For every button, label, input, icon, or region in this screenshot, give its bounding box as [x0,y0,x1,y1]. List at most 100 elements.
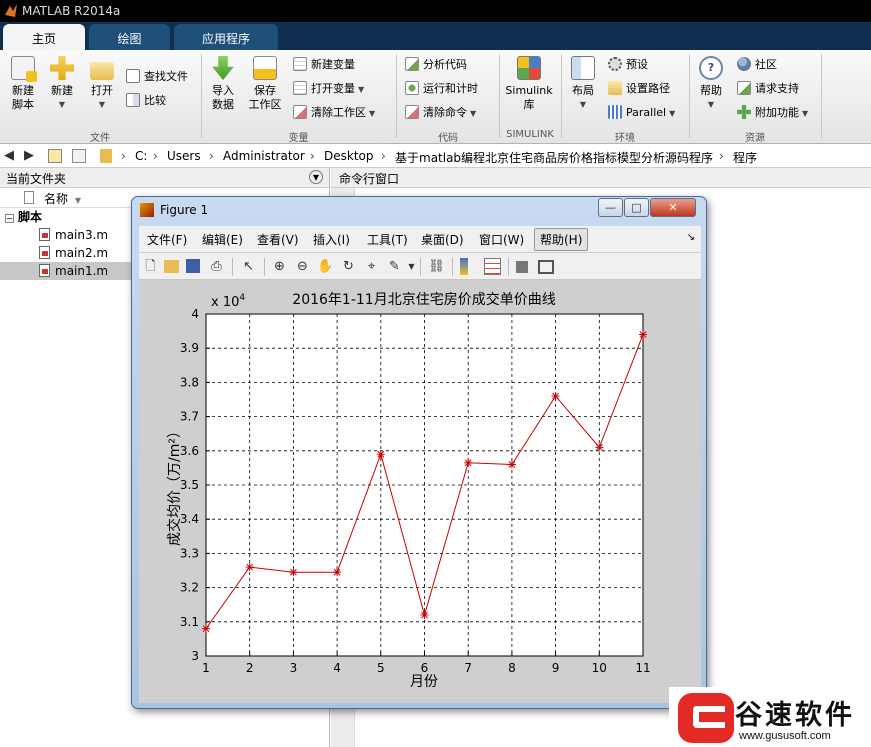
open-button[interactable]: 打开 ▼ [86,56,118,112]
breadcrumb-drive[interactable]: C: [135,149,147,163]
menu-edit[interactable]: 编辑(E) [202,231,243,248]
y-tick-label: 3.9 [180,341,199,355]
addons-button[interactable]: 附加功能 ▼ [737,104,808,122]
clear-commands-icon [405,105,419,119]
forward-arrow-icon[interactable]: ▶ [24,148,34,163]
colorbar-icon[interactable] [460,258,468,275]
breadcrumb-users[interactable]: Users [167,149,201,163]
menu-help[interactable]: 帮助(H) [534,228,589,251]
tab-home[interactable]: 主页 [3,24,85,50]
new-button[interactable]: 新建 ▼ [46,56,78,112]
data-point [245,563,254,572]
chart-title: 2016年1-11月北京住宅房价成交单价曲线 [292,291,555,308]
data-point [202,624,210,633]
new-figure-icon[interactable]: 🗋 [142,258,159,275]
print-icon[interactable]: ⎙ [208,258,225,275]
tab-apps[interactable]: 应用程序 [174,24,278,50]
file-item-label: main2.m [55,246,109,260]
open-variable-button[interactable]: 打开变量 ▼ [293,80,364,98]
new-variable-button[interactable]: 新建变量 [293,56,355,74]
clear-commands-button[interactable]: 清除命令 ▼ [405,104,476,122]
import-data-label: 导入 数据 [212,84,234,111]
file-group-label: 文件 [90,133,110,144]
hide-plot-tools-icon[interactable] [516,261,528,273]
breadcrumb-project-folder[interactable]: 基于matlab编程北京住宅商品房价格指标模型分析源码程序 [395,149,713,166]
up-folder-icon[interactable] [48,149,62,163]
layout-button[interactable]: 布局 ▼ [566,56,600,112]
layout-icon [571,56,595,80]
menu-window[interactable]: 窗口(W) [479,231,524,248]
figure-menu-bar: 文件(F) 编辑(E) 查看(V) 插入(I) 工具(T) 桌面(D) 窗口(W… [139,226,701,253]
addons-plus-icon [737,105,751,119]
clear-workspace-button[interactable]: 清除工作区 ▼ [293,104,375,122]
breadcrumb-program-folder[interactable]: 程序 [733,149,757,166]
close-button[interactable]: ✕ [650,198,696,217]
analyze-code-button[interactable]: 分析代码 [405,56,467,74]
figure-canvas[interactable]: 1 2 3 4 5 6 7 8 9 10 11 3 3.1 3.2 3.3 3.4 3.5 3.6 3.7 3.8 3… [139,280,701,703]
menu-insert[interactable]: 插入(I) [313,231,350,248]
save-figure-icon[interactable] [186,259,200,273]
breadcrumb-separator: › [209,149,214,163]
maximize-button[interactable]: □ [624,198,649,217]
menu-desktop[interactable]: 桌面(D) [421,231,464,248]
set-path-button[interactable]: 设置路径 [608,80,670,98]
browse-folder-icon[interactable] [72,149,86,163]
column-name-label: 名称 [44,192,69,206]
set-path-icon [608,81,622,95]
app-title-bar: MATLAB R2014a [0,0,871,22]
open-file-icon[interactable] [164,260,179,273]
zoom-out-icon[interactable]: ⊖ [294,258,311,275]
new-script-button[interactable]: 新建 脚本 [6,56,40,112]
x-tick-label: 5 [377,661,385,675]
layout-label: 布局 [572,84,594,97]
brush-icon[interactable]: ✎ [386,258,403,275]
folder-icon [90,62,114,80]
figure-title-bar[interactable]: Figure 1 [140,203,540,219]
y-axis-label: 成交均价（万/m²） [166,424,183,546]
open-variable-icon [293,81,307,95]
compare-button[interactable]: 比较 [126,92,166,110]
chevron-down-icon[interactable]: ▼ [403,258,420,275]
address-bar: ◀ ▶ › C: › Users › Administrator › Deskt… [0,144,871,168]
parallel-button[interactable]: Parallel ▼ [608,104,675,122]
find-files-button[interactable]: 查找文件 [126,68,188,86]
breadcrumb-administrator[interactable]: Administrator [223,149,305,163]
save-workspace-button[interactable]: 保存 工作区 [246,56,284,112]
help-icon: ? [699,56,723,80]
menu-tools[interactable]: 工具(T) [367,231,408,248]
y-tick-label: 3.8 [180,375,199,389]
menu-file[interactable]: 文件(F) [147,231,187,248]
clear-commands-label: 清除命令 [423,106,467,119]
resources-group-label: 资源 [745,133,765,144]
import-data-button[interactable]: 导入 数据 [206,56,240,112]
zoom-in-icon[interactable]: ⊕ [271,258,288,275]
rotate-3d-icon[interactable]: ↻ [340,258,357,275]
y-multiplier-base: x 10 [211,295,239,310]
collapse-icon[interactable]: − [5,214,14,223]
run-and-time-button[interactable]: 运行和计时 [405,80,478,98]
pan-hand-icon[interactable]: ✋ [317,258,334,275]
help-button[interactable]: ? 帮助 ▼ [695,56,727,112]
chevron-down-icon: ▼ [579,100,587,109]
breadcrumb-desktop[interactable]: Desktop [324,149,374,163]
request-support-button[interactable]: 请求支持 [737,80,799,98]
simulink-library-button[interactable]: Simulink 库 [504,56,554,112]
preferences-button[interactable]: 预设 [608,56,648,74]
back-arrow-icon[interactable]: ◀ [4,148,14,163]
chevron-down-icon: ▼ [98,100,106,109]
pointer-icon[interactable]: ↖ [240,258,257,275]
figure-window[interactable]: Figure 1 — □ ✕ 文件(F) 编辑(E) 查看(V) 插入(I) 工… [131,196,707,709]
community-button[interactable]: 社区 [737,56,777,74]
minimize-button[interactable]: — [598,198,623,217]
show-plot-tools-icon[interactable] [538,260,554,274]
request-support-label: 请求支持 [755,82,799,95]
data-cursor-icon[interactable]: ⌖ [363,258,380,275]
menu-view[interactable]: 查看(V) [257,231,299,248]
link-plot-icon[interactable]: ⛓ [428,258,445,275]
run-and-time-icon [405,81,419,95]
legend-icon[interactable] [484,258,501,275]
menu-dock-arrow-icon[interactable]: ↘ [687,232,695,243]
tab-plots[interactable]: 绘图 [89,24,170,50]
panel-menu-icon[interactable]: ▼ [309,170,323,184]
environment-group-label: 环境 [615,133,635,144]
